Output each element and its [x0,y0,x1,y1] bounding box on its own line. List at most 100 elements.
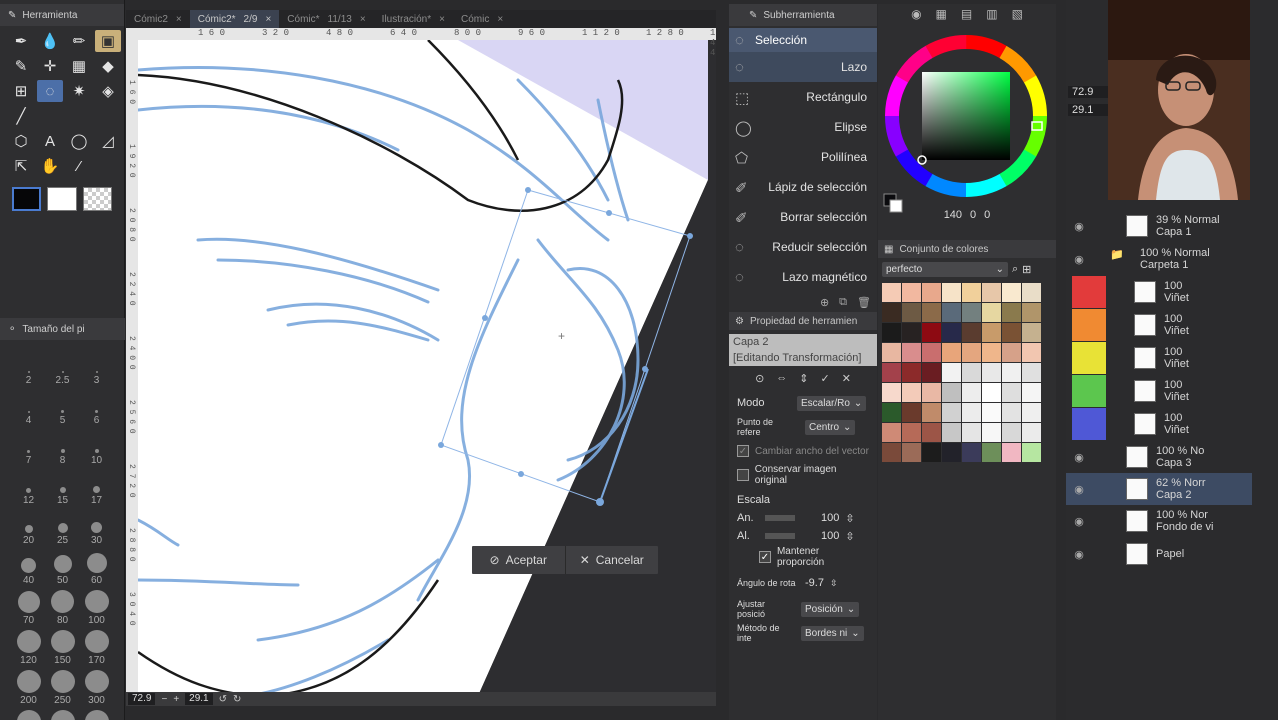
layer-row[interactable]: ◉100Viñet [1066,342,1252,374]
stepper-icon[interactable]: ⇳ [845,512,854,525]
saturation-value[interactable]: 0 [970,209,976,221]
close-icon[interactable]: × [439,14,445,25]
main-color-swatch[interactable] [12,187,42,211]
airbrush-tool-icon[interactable]: ✎ [8,55,34,77]
keep-ratio-row[interactable]: ✓ Mantener proporción [729,545,877,569]
zoom-out-icon[interactable]: − [161,694,167,705]
brush-size-option[interactable]: 10 [91,430,102,466]
brush-size-option[interactable]: 2 [26,350,31,386]
layer-row[interactable]: ◉ 39 % Normal Capa 1 [1066,210,1252,242]
fill-tool-icon[interactable]: 💧 [37,30,63,52]
ruler-tool-icon[interactable]: ⊞ [8,80,34,102]
color-set-swatch[interactable] [1002,423,1021,442]
eye-icon[interactable]: ◉ [1072,253,1086,266]
color-set-swatch[interactable] [922,283,941,302]
color-set-swatch[interactable] [922,383,941,402]
line-tool-icon[interactable]: ╱ [8,105,34,127]
brush-size-option[interactable]: 170 [84,630,109,666]
menu-icon[interactable]: ⊞ [1022,263,1031,276]
eyedropper-tool-icon[interactable]: ⁄ [66,155,92,177]
keep-original-checkbox[interactable] [737,469,749,481]
layer-color-tag[interactable] [1072,408,1106,440]
brush-size-option[interactable]: 70 [17,590,40,626]
brush-size-option[interactable]: 3 [94,350,99,386]
color-set-swatch[interactable] [982,283,1001,302]
subtool-reducir-seleccion[interactable]: ◌ Reducir selección [729,232,877,262]
color-set-swatch[interactable] [1002,403,1021,422]
stepper-icon[interactable]: ⇳ [830,578,838,589]
brush-size-option[interactable]: 4 [26,390,31,426]
nav-angle[interactable]: 29.1 [1068,104,1108,116]
cancel-icon[interactable]: ✕ [842,372,851,385]
color-set-swatch[interactable] [942,323,961,342]
transparent-color-swatch[interactable] [82,187,112,211]
color-set-swatch[interactable] [882,383,901,402]
color-set-swatch[interactable] [942,283,961,302]
brush-size-option[interactable]: 12 [23,470,34,506]
pencil-tool-icon[interactable]: ✏ [66,30,92,52]
color-set-swatch[interactable] [1002,303,1021,322]
flip-vertical-icon[interactable]: ⇕ [799,372,808,385]
color-set-swatch[interactable] [942,363,961,382]
close-icon[interactable]: × [497,14,503,25]
color-set-swatch[interactable] [962,283,981,302]
copy-subtool-icon[interactable]: ⧉ [839,296,847,309]
approx-color-tab-icon[interactable]: ▧ [1012,7,1023,21]
doc-tab-active[interactable]: Cómic2* 2/9 × [189,10,280,28]
rotate-right-icon[interactable]: ↻ [233,694,241,705]
layer-row[interactable]: ◉100Viñet [1066,309,1252,341]
color-set-swatch[interactable] [902,443,921,462]
hand-tool-icon[interactable]: ✋ [37,155,63,177]
color-set-tab-icon[interactable]: ▤ [961,7,972,21]
eye-icon[interactable]: ◉ [1072,515,1086,528]
color-set-swatch[interactable] [1002,323,1021,342]
angle-field[interactable]: 29.1 [185,693,213,705]
sub-color-swatch[interactable] [47,187,77,211]
brush-size-option[interactable]: 200 [16,670,41,706]
color-set-swatch[interactable] [982,403,1001,422]
color-set-swatch[interactable] [942,443,961,462]
color-set-swatch[interactable] [962,343,981,362]
subtool-borrar-seleccion[interactable]: ✐ Borrar selección [729,202,877,232]
subtool-lapiz-seleccion[interactable]: ✐ Lápiz de selección [729,172,877,202]
layer-row[interactable]: ◉ 📁 100 % Normal Carpeta 1 [1066,243,1252,275]
color-set-swatch[interactable] [1022,383,1041,402]
color-set-swatch[interactable] [982,323,1001,342]
color-set-swatch[interactable] [1022,343,1041,362]
move-tool-icon[interactable]: ✛ [37,55,63,77]
color-set-swatch[interactable] [1022,283,1041,302]
brush-size-option[interactable]: 600 [84,710,109,720]
rotate-left-icon[interactable]: ↺ [219,694,227,705]
flip-horizontal-icon[interactable]: ⇔ [776,372,787,385]
cancel-button[interactable]: ✕ Cancelar [564,546,659,574]
color-set-swatch[interactable] [922,423,941,442]
layer-row[interactable]: ◉100Viñet [1066,375,1252,407]
nav-zoom[interactable]: 72.9 [1068,86,1108,98]
subtool-polilinea[interactable]: ⬠ Polilínea [729,142,877,172]
color-set-swatch[interactable] [882,303,901,322]
color-wheel[interactable] [878,24,1056,214]
adjust-select[interactable]: Posición ⌄ [801,601,860,617]
brush-size-option[interactable]: 50 [53,550,72,586]
brush-size-option[interactable]: 80 [51,590,74,626]
color-set-swatch[interactable] [1022,423,1041,442]
doc-tab[interactable]: Cómic* 11/13 × [279,10,373,28]
color-set-swatch[interactable] [902,343,921,362]
drawing-canvas[interactable]: + [138,40,716,696]
keep-ratio-checkbox[interactable]: ✓ [759,551,771,563]
color-set-swatch[interactable] [982,443,1001,462]
color-set-swatch[interactable] [962,323,981,342]
frame-tool-icon[interactable]: ◿ [95,130,121,152]
ref-point-select[interactable]: Centro ⌄ [805,419,856,435]
color-set-swatch[interactable] [902,363,921,382]
mode-select[interactable]: Escalar/Ro ⌄ [797,395,867,411]
color-set-swatch[interactable] [882,343,901,362]
brush-size-option[interactable]: 2.5 [56,350,69,386]
layer-row[interactable]: ◉ 62 % Norr Capa 2 [1066,473,1252,505]
subtool-elipse[interactable]: ◯ Elipse [729,112,877,142]
color-set-swatch[interactable] [962,383,981,402]
doc-tab[interactable]: Ilustración* × [374,10,453,28]
color-set-swatch[interactable] [1002,343,1021,362]
color-set-swatch[interactable] [922,323,941,342]
color-set-select[interactable]: perfecto ⌄ [882,262,1008,277]
